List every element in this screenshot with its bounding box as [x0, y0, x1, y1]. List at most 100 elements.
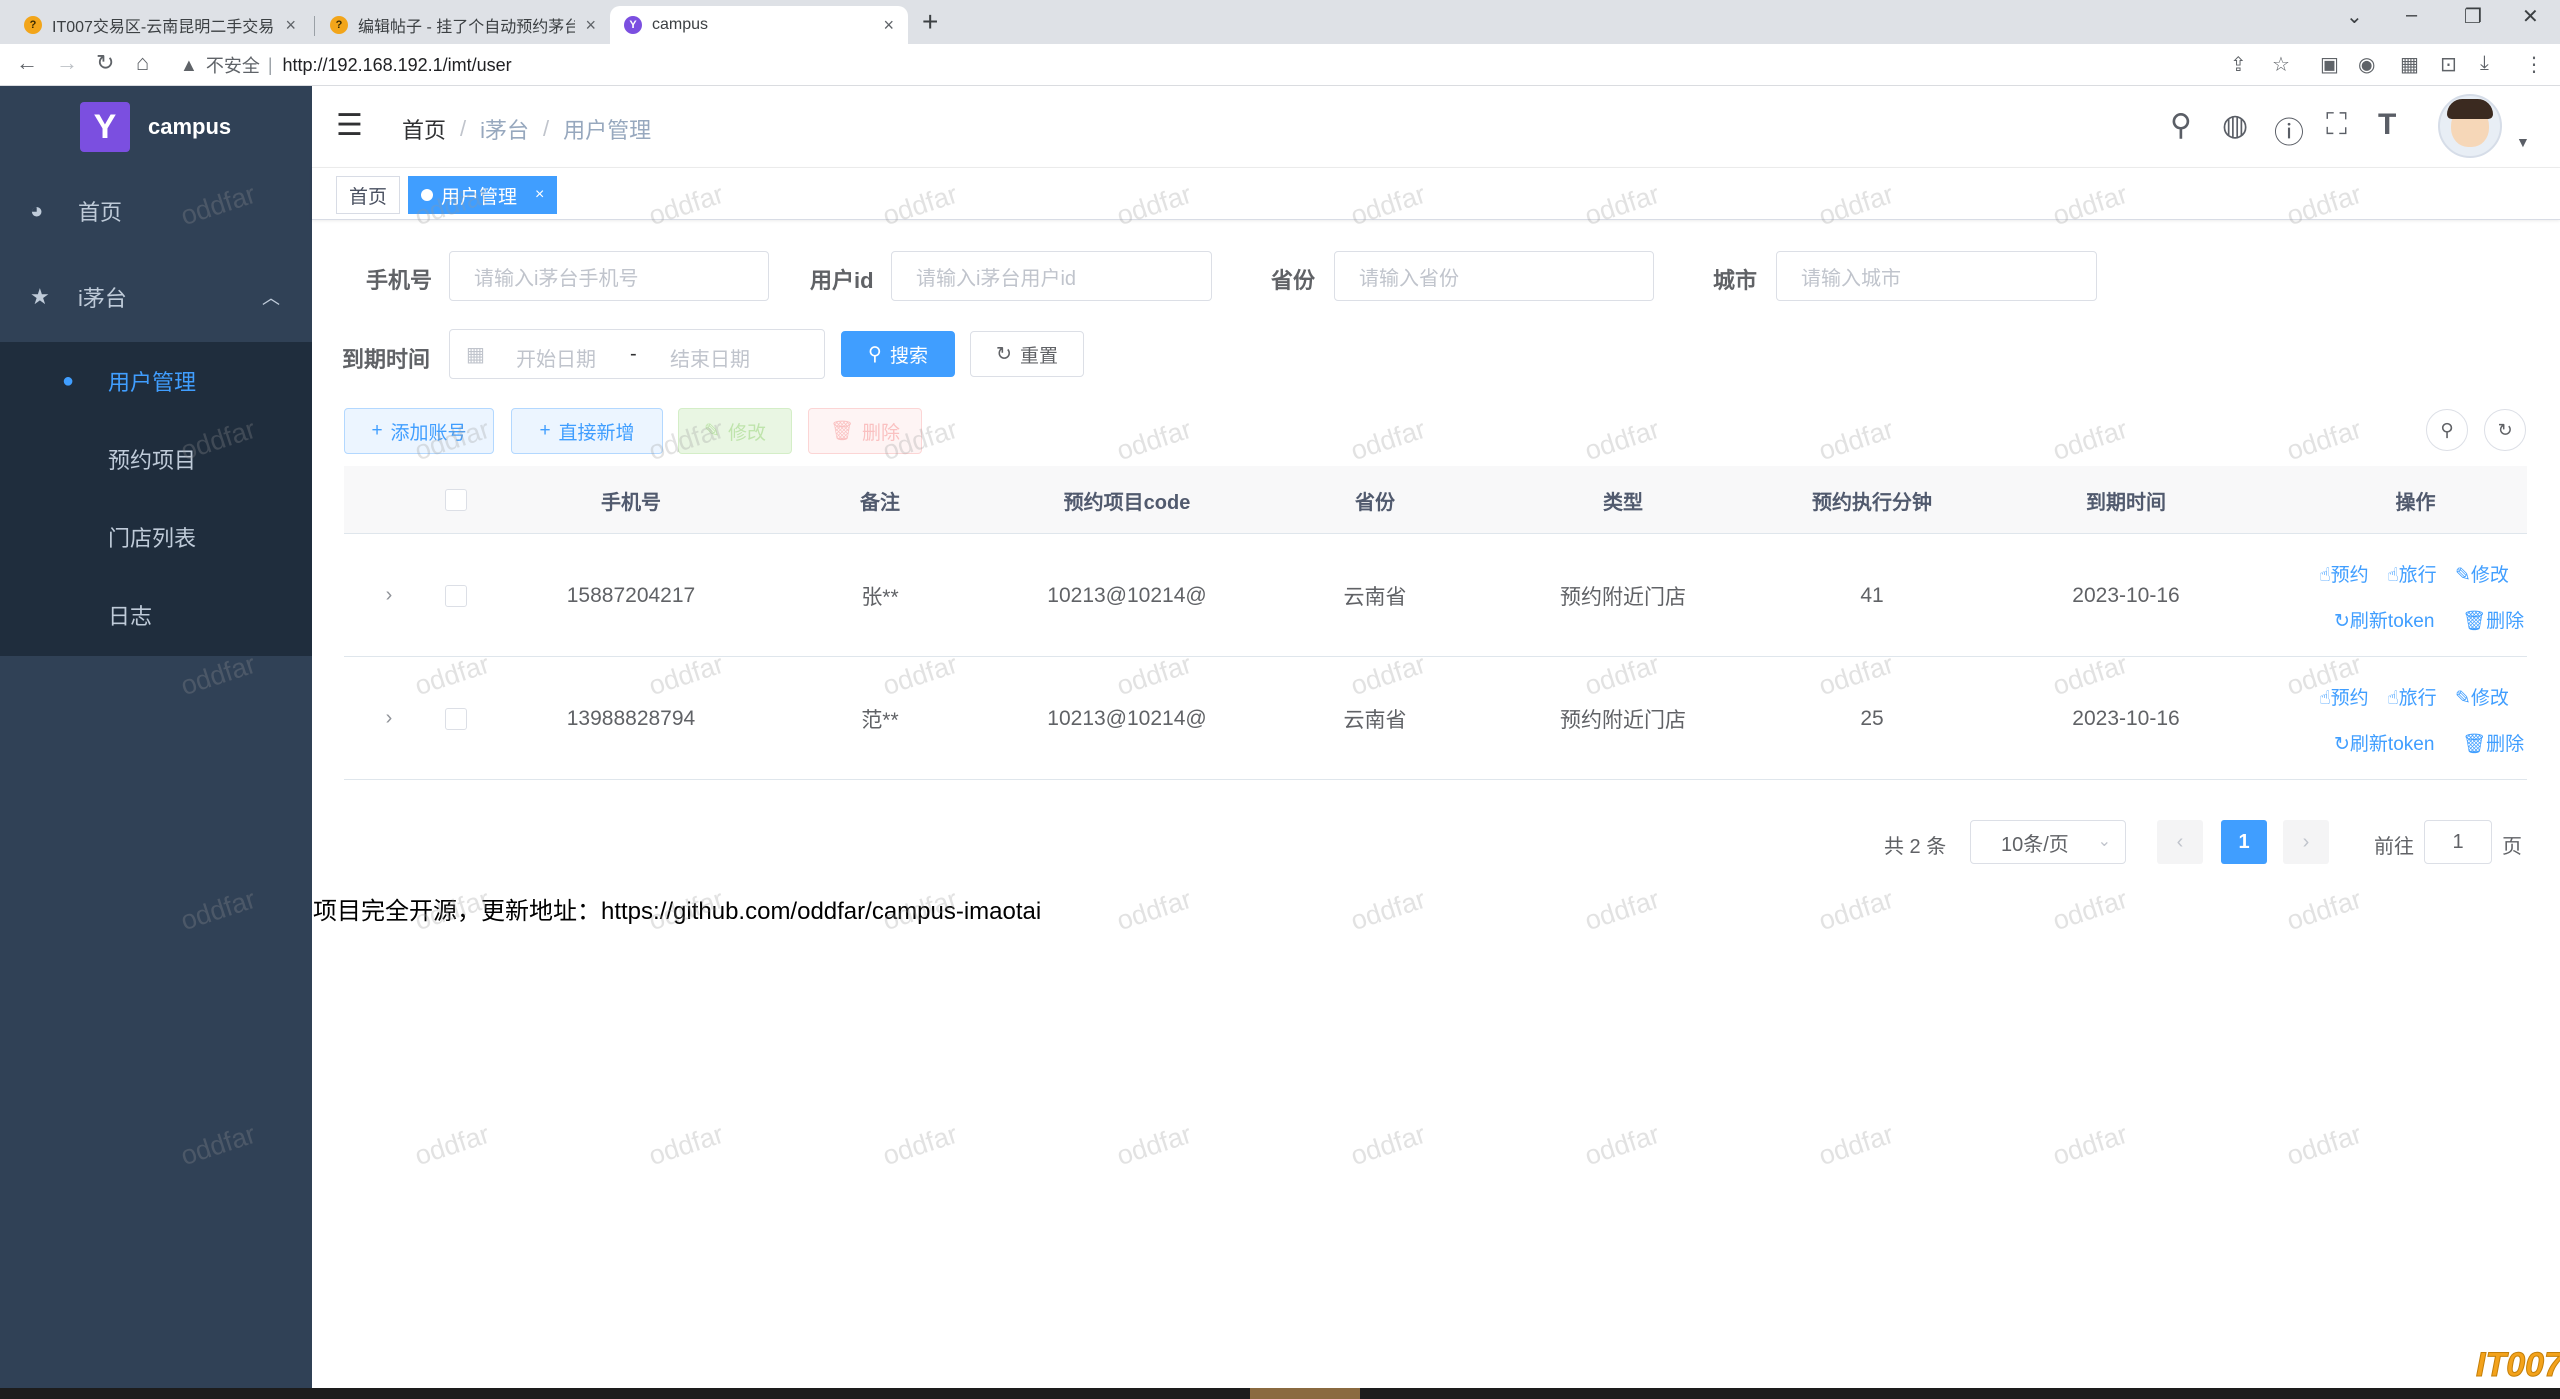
sidebar-item-log[interactable]: 日志 [0, 576, 312, 654]
userid-input[interactable]: 请输入i茅台用户id [891, 251, 1212, 301]
sidebar-item-user-management[interactable]: ● 用户管理 [0, 342, 312, 420]
trash-icon: 🗑 [829, 421, 855, 442]
user-icon: ● [62, 369, 75, 392]
bookmark-star-icon[interactable]: ☆ [2272, 52, 2290, 77]
row-checkbox[interactable] [445, 584, 467, 607]
breadcrumb-home[interactable]: 首页 [402, 113, 446, 145]
reserve-link[interactable]: ☝预约 [2319, 683, 2369, 710]
column-minute: 预约执行分钟 [1812, 491, 1932, 514]
edit-icon: ✎ [2455, 688, 2471, 709]
reset-button[interactable]: ↻ 重置 [970, 331, 1084, 377]
page-size-select[interactable]: 10条/页 ⌄ [1970, 820, 2126, 864]
watermark-text: oddfar [1581, 883, 1664, 937]
delete-button[interactable]: 🗑 删除 [808, 408, 922, 454]
download-icon[interactable]: ⤓ [2480, 52, 2489, 75]
delete-link[interactable]: 🗑删除 [2462, 729, 2524, 756]
close-tab-icon[interactable]: × [285, 15, 296, 36]
phone-input[interactable]: 请输入i茅台手机号 [449, 251, 769, 301]
refresh-token-link[interactable]: ↻刷新token [2334, 606, 2434, 633]
tag-label: 首页 [349, 186, 388, 208]
tag-home[interactable]: 首页 [336, 176, 401, 214]
watermark-text: oddfar [1581, 1118, 1664, 1172]
window-close-icon[interactable]: ✕ [2522, 4, 2539, 29]
refresh-table-button[interactable]: ↻ [2484, 409, 2526, 451]
page-number-button[interactable]: 1 [2221, 820, 2267, 864]
toggle-search-button[interactable]: ⚲ [2426, 409, 2468, 451]
plus-icon: + [539, 420, 551, 441]
expire-date-range[interactable]: ▦ 开始日期 - 结束日期 [449, 329, 825, 379]
refresh-token-link[interactable]: ↻刷新token [2334, 729, 2434, 756]
watermark-text: oddfar [2283, 883, 2366, 937]
expand-row-icon[interactable]: › [386, 584, 393, 607]
sidebar-logo[interactable]: Y campus [0, 86, 312, 168]
new-tab-icon[interactable]: + [922, 6, 938, 38]
hamburger-icon[interactable]: ☰ [336, 108, 363, 143]
maximize-icon[interactable]: ❐ [2464, 4, 2482, 29]
minimize-icon[interactable]: – [2406, 4, 2417, 27]
browser-tab-it007[interactable]: ? IT007交易区-云南昆明二手交易 × [10, 6, 310, 44]
sidebar-item-label: i茅台 [78, 286, 127, 311]
extension-icon[interactable]: ◉ [2358, 52, 2375, 77]
goto-page-input[interactable]: 1 [2424, 820, 2492, 864]
add-account-button[interactable]: + 添加账号 [344, 408, 494, 454]
caret-down-icon[interactable]: ▼ [2516, 134, 2530, 150]
font-size-icon[interactable]: T [2378, 108, 2396, 142]
tab-search-icon[interactable]: ⌄ [2346, 4, 2363, 29]
browser-tab-campus[interactable]: Y campus × [610, 6, 908, 44]
delete-label: 删除 [862, 422, 901, 444]
avatar[interactable] [2438, 94, 2502, 158]
watermark-text: oddfar [645, 1118, 728, 1172]
browser-tab-edit-post[interactable]: ? 编辑帖子 - 挂了个自动预约茅台 × [316, 6, 610, 44]
chevron-left-icon: ‹ [2176, 830, 2184, 853]
browser-menu-icon[interactable]: ⋮ [2524, 52, 2544, 77]
city-input[interactable]: 请输入城市 [1776, 251, 2097, 301]
row-checkbox[interactable] [445, 707, 467, 730]
delete-label: 删除 [2486, 611, 2525, 632]
prev-page-button[interactable]: ‹ [2157, 820, 2203, 864]
extension-badge-icon[interactable]: ▣ [2320, 52, 2339, 77]
delete-link[interactable]: 🗑删除 [2462, 606, 2524, 633]
home-icon[interactable]: ⌂ [136, 50, 149, 76]
select-all-checkbox[interactable] [445, 489, 467, 511]
back-icon[interactable]: ← [16, 50, 38, 76]
search-icon[interactable]: ⚲ [2170, 108, 2192, 143]
row-operations: ☝预约 ☝旅行 ✎修改 ↻刷新token 🗑删除 [2304, 657, 2527, 780]
cell-province: 云南省 [1343, 708, 1407, 732]
direct-add-button[interactable]: + 直接新增 [511, 408, 663, 454]
share-icon[interactable]: ⇪ [2230, 52, 2247, 77]
dashboard-icon: ◕ [30, 198, 44, 223]
travel-link[interactable]: ☝旅行 [2387, 683, 2437, 710]
delete-label: 删除 [2486, 734, 2525, 755]
forward-icon[interactable]: → [56, 50, 78, 76]
sidebar-item-imaotai[interactable]: ★ i茅台 ︿ [0, 258, 312, 336]
next-page-button[interactable]: › [2283, 820, 2329, 864]
fullscreen-icon[interactable]: ⛶ [2326, 108, 2347, 142]
it007-favicon: ? [24, 16, 42, 34]
search-button[interactable]: ⚲ 搜索 [841, 331, 955, 377]
sidebar-item-label: 预约项目 [108, 448, 197, 473]
tag-close-icon[interactable]: × [535, 186, 544, 204]
question-icon[interactable]: ⓘ [2274, 108, 2304, 152]
reserve-link[interactable]: ☝预约 [2319, 560, 2369, 587]
plus-icon: + [371, 420, 383, 441]
edit-link[interactable]: ✎修改 [2455, 683, 2509, 710]
reload-icon[interactable]: ↻ [96, 50, 114, 76]
expand-row-icon[interactable]: › [386, 707, 393, 730]
sidebar-item-reserve-items[interactable]: 预约项目 [0, 420, 312, 498]
close-tab-icon[interactable]: × [883, 15, 894, 36]
extension-grid-icon[interactable]: ▦ [2400, 52, 2419, 77]
close-tab-icon[interactable]: × [585, 15, 596, 36]
sidebar-item-store-list[interactable]: 门店列表 [0, 498, 312, 576]
sidebar-item-home[interactable]: ◕ 首页 [0, 172, 312, 250]
github-icon[interactable]: ◍ [2222, 108, 2248, 143]
tag-user-management[interactable]: 用户管理 × [408, 176, 558, 214]
edit-button[interactable]: ✎ 修改 [678, 408, 792, 454]
province-input[interactable]: 请输入省份 [1334, 251, 1654, 301]
watermark-text: oddfar [1815, 1118, 1898, 1172]
crop-icon[interactable]: ⊡ [2440, 52, 2457, 77]
edit-link[interactable]: ✎修改 [2455, 560, 2509, 587]
address-bar[interactable]: ▲ 不安全 | http://192.168.192.1/imt/user [180, 52, 512, 78]
watermark-text: oddfar [1581, 413, 1664, 467]
travel-link[interactable]: ☝旅行 [2387, 560, 2437, 587]
column-ops: 操作 [2395, 491, 2436, 514]
